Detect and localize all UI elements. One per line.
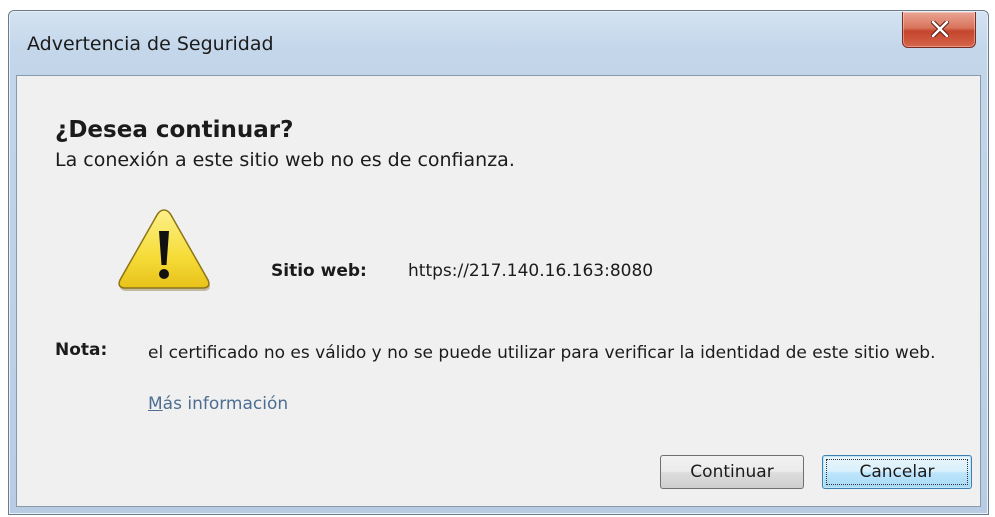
cancel-button-label: Cancelar <box>859 462 935 482</box>
continue-button[interactable]: Continuar <box>660 455 804 489</box>
more-info-access-key: M <box>148 394 163 414</box>
dialog-subheading: La conexión a este sitio web no es de co… <box>55 149 515 171</box>
warning-triangle-icon <box>118 209 210 291</box>
dialog-heading: ¿Desea continuar? <box>55 117 294 143</box>
security-warning-dialog: Advertencia de Seguridad ¿Desea continua… <box>8 10 989 515</box>
close-button[interactable] <box>902 12 976 48</box>
cancel-button[interactable]: Cancelar <box>822 455 972 489</box>
more-info-label: ás información <box>162 394 289 414</box>
site-url: https://217.140.16.163:8080 <box>408 261 654 281</box>
more-info-link[interactable]: Más información <box>148 394 288 414</box>
site-label: Sitio web: <box>271 261 367 281</box>
continue-button-label: Continuar <box>690 462 774 482</box>
note-text: el certificado no es válido y no se pued… <box>148 343 936 363</box>
note-label: Nota: <box>55 340 108 360</box>
window-title: Advertencia de Seguridad <box>27 33 274 55</box>
close-icon <box>931 21 949 37</box>
title-bar[interactable]: Advertencia de Seguridad <box>9 11 988 75</box>
dialog-content: ¿Desea continuar? La conexión a este sit… <box>16 75 981 507</box>
